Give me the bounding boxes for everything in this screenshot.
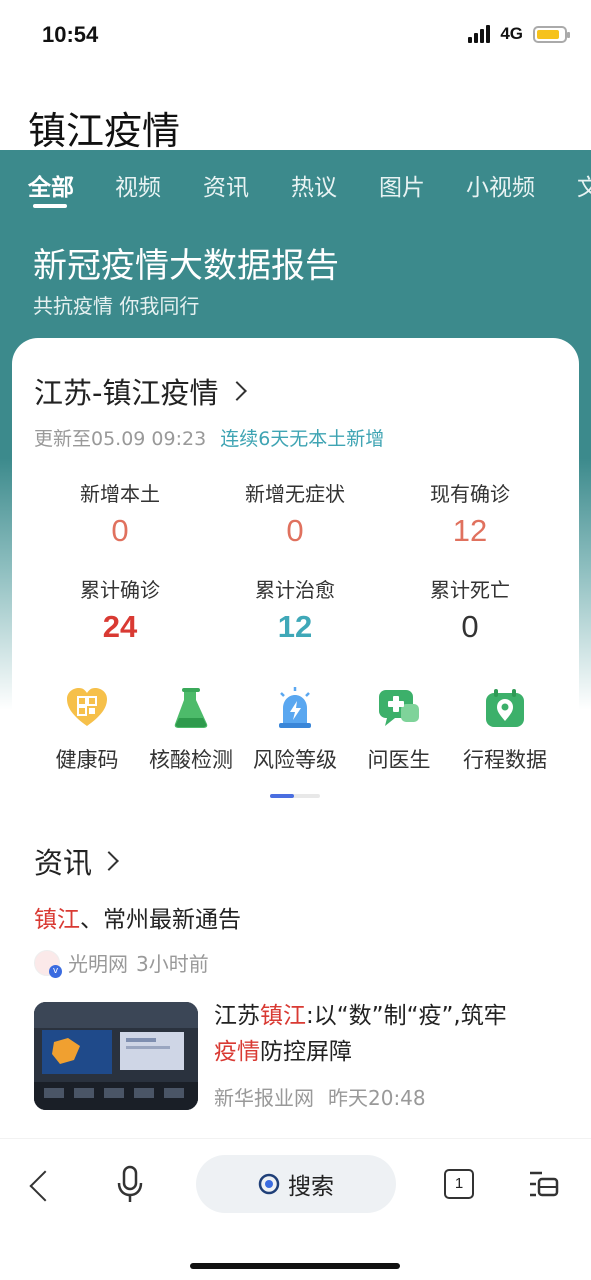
- stat-label: 现有确诊: [430, 482, 510, 506]
- news-source: 光明网: [68, 952, 128, 976]
- battery-icon: [533, 25, 570, 43]
- shortcut-label: 核酸检测: [149, 748, 233, 772]
- stat-label: 新增无症状: [245, 482, 345, 506]
- title-text: 防控屏障: [260, 1039, 352, 1065]
- news-thumbnail[interactable]: [34, 1002, 198, 1110]
- title-highlight: 镇江: [34, 907, 80, 933]
- tab-video[interactable]: 视频: [115, 168, 161, 202]
- tab-more[interactable]: 文: [577, 168, 591, 202]
- title-highlight: 镇江: [260, 1003, 306, 1029]
- shortcut-travel-data[interactable]: 行程数据: [450, 686, 560, 774]
- status-indicators: 4G: [468, 24, 570, 44]
- signal-icon: [468, 25, 491, 43]
- news-source-row: v 光明网 3小时前: [34, 948, 209, 978]
- network-type: 4G: [500, 24, 523, 43]
- shortcut-label: 风险等级: [253, 748, 337, 772]
- stat-new-asymptomatic[interactable]: 新增无症状 0: [205, 478, 385, 549]
- search-button[interactable]: 搜索: [196, 1155, 396, 1213]
- title-text: 江苏: [214, 1003, 260, 1029]
- news-source: 新华报业网: [214, 1086, 314, 1110]
- region-title-link[interactable]: 江苏-镇江疫情: [34, 370, 248, 412]
- microphone-icon[interactable]: [116, 1165, 144, 1205]
- shortcut-label: 行程数据: [463, 748, 547, 772]
- status-time: 10:54: [42, 22, 99, 47]
- shortcut-nucleic-test[interactable]: 核酸检测: [136, 686, 246, 774]
- alarm-light-icon: [279, 687, 311, 728]
- search-button-label: 搜索: [288, 1174, 334, 1200]
- tab-news[interactable]: 资讯: [203, 168, 249, 202]
- shortcut-risk-level[interactable]: 风险等级: [240, 686, 350, 774]
- shortcut-row: 健康码 核酸检测 风险等级 问医生 行程数据: [12, 686, 579, 786]
- doctor-chat-icon: [379, 690, 419, 726]
- tab-count-button[interactable]: 1: [444, 1169, 474, 1199]
- source-logo-icon: v: [34, 949, 62, 978]
- back-icon[interactable]: [29, 1170, 61, 1202]
- news-item-title[interactable]: 江苏镇江:以“数”制“疫”,筑牢疫情防控屏障: [214, 998, 554, 1070]
- streak-text: 连续6天无本土新增: [220, 428, 385, 450]
- news-item-title[interactable]: 镇江、常州最新通告: [34, 900, 241, 934]
- location-pin-icon: [486, 689, 524, 727]
- tab-discussion[interactable]: 热议: [291, 168, 337, 202]
- stat-total-cured[interactable]: 累计治愈 12: [205, 574, 385, 645]
- stat-value: 24: [102, 609, 138, 644]
- news-source-row: 新华报业网 昨天20:48: [214, 1082, 426, 1111]
- browser-bottom-bar: 搜索 1: [0, 1138, 591, 1280]
- title-text: 、常州最新通告: [80, 907, 241, 933]
- shortcut-label: 问医生: [367, 748, 431, 772]
- news-time: 昨天20:48: [328, 1086, 426, 1110]
- shortcut-pager: [270, 794, 320, 798]
- update-row: 更新至05.09 09:23 连续6天无本土新增: [34, 424, 384, 451]
- chevron-right-icon: [99, 851, 119, 871]
- stat-label: 累计死亡: [430, 578, 510, 602]
- stat-value: 12: [452, 513, 488, 548]
- region-title: 江苏-镇江疫情: [34, 376, 219, 410]
- tab-active-indicator: [33, 204, 67, 208]
- result-tabs: 全部 视频 资讯 热议 图片 小视频 文: [0, 160, 591, 212]
- stat-total-confirmed[interactable]: 累计确诊 24: [30, 574, 210, 645]
- pager-active-indicator: [270, 794, 294, 798]
- tab-all[interactable]: 全部: [28, 168, 74, 202]
- shortcut-label: 健康码: [55, 748, 119, 772]
- title-highlight: 疫情: [214, 1039, 260, 1065]
- news-time: 3小时前: [136, 952, 209, 976]
- search-query-title[interactable]: 镇江疫情: [28, 100, 180, 155]
- chevron-right-icon: [227, 381, 248, 401]
- tab-images[interactable]: 图片: [379, 168, 425, 202]
- shortcut-ask-doctor[interactable]: 问医生: [344, 686, 454, 774]
- home-indicator: [190, 1263, 400, 1269]
- tab-short-video[interactable]: 小视频: [466, 168, 535, 202]
- stat-label: 累计确诊: [80, 578, 160, 602]
- stat-value: 0: [111, 513, 129, 548]
- stat-current-confirmed[interactable]: 现有确诊 12: [380, 478, 560, 549]
- stat-new-local[interactable]: 新增本土 0: [30, 478, 210, 549]
- search-icon: [258, 1173, 280, 1195]
- status-bar: 10:54 4G: [0, 0, 591, 72]
- news-section-link[interactable]: 资讯: [34, 840, 119, 882]
- stat-total-deaths[interactable]: 累计死亡 0: [380, 574, 560, 645]
- update-time: 更新至05.09 09:23: [34, 428, 207, 450]
- stat-label: 累计治愈: [255, 578, 335, 602]
- title-text: :以“数”制“疫”,筑牢: [306, 1003, 507, 1029]
- health-code-icon: [67, 688, 107, 726]
- stat-value: 0: [461, 609, 479, 644]
- flask-icon: [174, 688, 208, 728]
- stat-label: 新增本土: [80, 482, 160, 506]
- menu-icon[interactable]: [528, 1169, 560, 1199]
- stat-value: 12: [277, 609, 313, 644]
- shortcut-health-code[interactable]: 健康码: [32, 686, 142, 774]
- epidemic-card: 江苏-镇江疫情 更新至05.09 09:23 连续6天无本土新增 新增本土 0 …: [12, 338, 579, 1158]
- banner-title: 新冠疫情大数据报告: [33, 246, 339, 286]
- news-section-title: 资讯: [34, 846, 93, 880]
- stat-value: 0: [286, 513, 304, 548]
- banner-subtitle: 共抗疫情 你我同行: [33, 294, 200, 318]
